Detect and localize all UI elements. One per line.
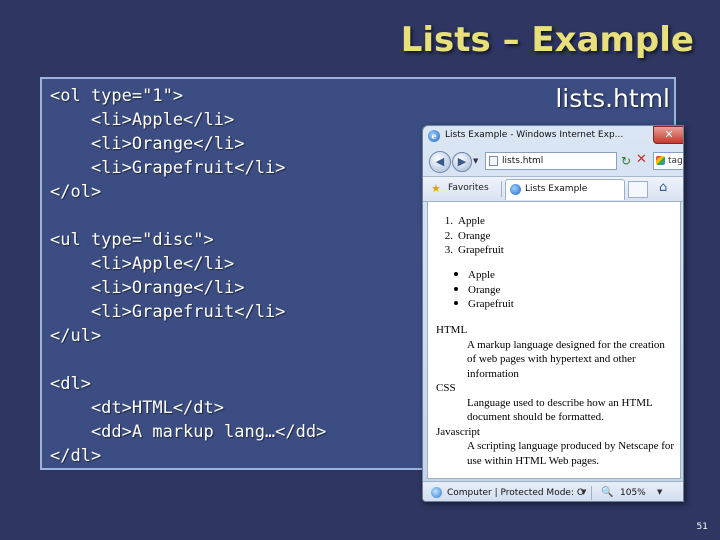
code-line: <li>Orange</li>	[50, 134, 245, 154]
navigation-bar: ◀ ▶ ▼ lists.html ↻ ✕ tag i	[423, 148, 683, 176]
code-line: <li>Orange</li>	[50, 278, 245, 298]
definition-description: A scripting language produced by Netscap…	[467, 440, 675, 467]
toolbar-divider	[501, 181, 502, 197]
list-item-text: Orange	[458, 229, 491, 242]
ie-logo-icon: e	[428, 130, 440, 142]
browser-titlebar[interactable]: e Lists Example - Windows Internet Exp..…	[423, 126, 683, 146]
list-item: 1. Apple	[438, 214, 504, 229]
code-line: </ol>	[50, 182, 102, 202]
list-item: 2. Orange	[438, 229, 504, 244]
home-icon[interactable]: ⌂	[659, 180, 667, 195]
code-line: <dl>	[50, 374, 91, 394]
code-line: </ul>	[50, 326, 102, 346]
globe-icon	[431, 487, 442, 498]
code-line: <li>Grapefruit</li>	[50, 302, 286, 322]
code-line: <li>Apple</li>	[50, 254, 235, 274]
code-line: <dd>A markup lang…</dd>	[50, 422, 327, 442]
search-provider-icon	[656, 156, 665, 165]
list-number: 2.	[444, 229, 453, 242]
ordered-list: 1. Apple 2. Orange 3. Grapefruit	[438, 214, 504, 258]
tab-lists-example[interactable]: Lists Example	[505, 179, 625, 200]
code-line: <ol type="1">	[50, 86, 184, 106]
refresh-icon[interactable]: ↻	[621, 154, 631, 168]
unordered-list: Apple Orange Grapefruit	[438, 268, 514, 312]
zoom-icon[interactable]: 🔍	[601, 487, 613, 498]
slide-title: Lists – Example	[400, 20, 694, 60]
list-number: 1.	[444, 215, 453, 227]
tab-label: Lists Example	[525, 184, 588, 194]
code-listing: <ol type="1"> <li>Apple</li> <li>Orange<…	[50, 84, 326, 468]
forward-button[interactable]: ▶	[452, 152, 472, 172]
list-item: 3. Grapefruit	[438, 243, 504, 258]
favorites-button[interactable]: Favorites	[448, 183, 489, 193]
definition-description: A markup language designed for the creat…	[467, 338, 665, 380]
status-bar: Computer | Protected Mode: O ▼ 🔍 105% ▼	[423, 481, 683, 501]
definition-term: CSS	[436, 382, 456, 394]
status-divider	[591, 486, 592, 500]
bullet-icon	[454, 301, 458, 306]
favorites-bar: ★ Favorites Lists Example ⌂	[423, 176, 683, 202]
browser-window: e Lists Example - Windows Internet Exp..…	[422, 125, 684, 502]
protected-mode-dropdown-icon[interactable]: ▼	[581, 488, 586, 496]
list-item-text: Grapefruit	[458, 244, 504, 256]
code-line: <li>Grapefruit</li>	[50, 158, 286, 178]
close-button[interactable]: ✕	[653, 126, 683, 144]
window-title: Lists Example - Windows Internet Exp...	[445, 130, 624, 140]
history-dropdown-icon[interactable]: ▼	[473, 157, 478, 165]
bullet-icon	[454, 286, 458, 291]
code-line: <dt>HTML</dt>	[50, 398, 224, 418]
address-bar[interactable]: lists.html	[485, 152, 617, 170]
code-line: <ul type="disc">	[50, 230, 214, 250]
page-content: 1. Apple 2. Orange 3. Grapefruit Apple Oran…	[427, 201, 681, 479]
list-item: Orange	[438, 283, 514, 298]
back-button[interactable]: ◀	[429, 151, 451, 173]
stop-icon[interactable]: ✕	[636, 152, 647, 167]
new-tab-button[interactable]	[628, 181, 648, 198]
file-label: lists.html	[555, 84, 670, 113]
definition-description: Language used to describe how an HTML do…	[467, 396, 653, 424]
address-text: lists.html	[502, 156, 544, 166]
list-item-text: Apple	[458, 215, 485, 227]
definition-term: HTML	[436, 324, 468, 336]
tab-ie-icon	[510, 184, 521, 195]
status-text: Computer | Protected Mode: O	[447, 488, 584, 498]
bullet-icon	[454, 272, 458, 277]
page-icon	[489, 156, 498, 166]
code-line: <li>Apple</li>	[50, 110, 235, 130]
list-item: Grapefruit	[438, 297, 514, 312]
list-number: 3.	[444, 244, 453, 256]
code-line: </dl>	[50, 446, 102, 466]
definition-list: HTML A markup language designed for the …	[436, 323, 676, 468]
definition-term: Javascript	[436, 425, 480, 438]
zoom-level[interactable]: 105%	[620, 488, 646, 498]
zoom-dropdown-icon[interactable]: ▼	[657, 488, 662, 496]
list-item-text: Grapefruit	[468, 298, 514, 310]
list-item: Apple	[438, 268, 514, 283]
list-item-text: Apple	[468, 269, 495, 281]
favorites-star-icon[interactable]: ★	[431, 182, 441, 195]
page-number: 51	[696, 522, 708, 532]
list-item-text: Orange	[468, 283, 501, 296]
search-text: tag i	[668, 156, 683, 166]
search-input[interactable]: tag i	[653, 152, 683, 170]
